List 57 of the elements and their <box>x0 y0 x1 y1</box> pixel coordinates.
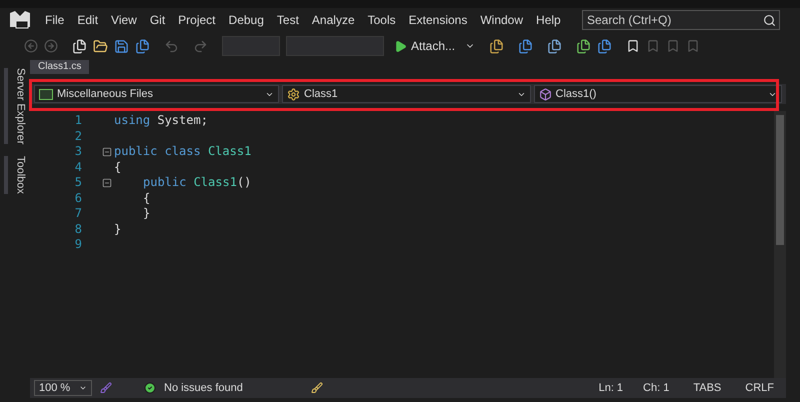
menu-item[interactable]: Help <box>536 11 561 29</box>
menu-item[interactable]: Extensions <box>408 11 468 29</box>
save-icon[interactable] <box>114 38 129 54</box>
code-line: using System; <box>114 113 208 128</box>
scrollbar[interactable] <box>774 111 786 378</box>
menu-item[interactable]: Analyze <box>312 11 355 29</box>
code-line: } <box>114 222 122 237</box>
play-icon <box>394 40 407 52</box>
menu-item[interactable]: File <box>45 11 64 29</box>
code-line: } <box>142 206 150 222</box>
navigation-dropdown[interactable]: Class1 <box>282 85 530 103</box>
line-number: 6 <box>74 190 82 206</box>
brush-icon[interactable] <box>100 382 112 394</box>
column-status: Ch: 1 <box>643 380 670 396</box>
menu-item[interactable]: Window <box>480 11 524 29</box>
menu-item[interactable]: Edit <box>77 11 98 29</box>
navigation-dropdown[interactable]: Miscellaneous Files <box>34 85 279 103</box>
indent-status[interactable]: TABS <box>685 380 730 396</box>
side-tab[interactable]: Toolbox <box>4 156 32 194</box>
code-line: { <box>114 160 122 175</box>
menu-item[interactable]: Test <box>276 11 299 29</box>
menu-item[interactable]: View <box>111 11 137 29</box>
line-number: 1 <box>74 113 82 128</box>
menu-item[interactable]: Tools <box>368 11 396 29</box>
menu-item[interactable]: Project <box>178 11 216 29</box>
collapse-icon[interactable] <box>102 178 112 188</box>
app-logo-icon[interactable] <box>8 10 32 30</box>
search-icon[interactable] <box>763 14 776 27</box>
code-editor[interactable]: 1 using System; 2 3 public class Class1 4 { 5 public Class1() 6 { 7 } 8 } 9 <box>30 111 774 378</box>
code-line: public Class1() <box>142 175 252 190</box>
attach-button[interactable]: Attach... <box>390 37 460 55</box>
cube-icon <box>538 88 552 100</box>
line-number: 9 <box>74 237 82 252</box>
caret-icon <box>79 384 87 392</box>
bookmark-icon[interactable] <box>626 39 640 53</box>
code-line: { <box>142 190 150 206</box>
check-icon <box>144 382 156 394</box>
search-field[interactable]: Search (Ctrl+Q) <box>582 10 780 30</box>
line-number: 4 <box>74 160 82 175</box>
menu-item[interactable]: Git <box>150 11 166 29</box>
collapse-icon[interactable] <box>102 146 112 157</box>
line-ending-status[interactable]: CRLF <box>737 380 782 396</box>
document-tab[interactable]: Class1.cs <box>30 60 90 74</box>
line-number: 7 <box>74 206 82 222</box>
line-number: 3 <box>74 144 82 160</box>
issues-status[interactable]: No issues found <box>164 380 243 396</box>
folder-icon[interactable] <box>93 38 108 54</box>
code-line: public class Class1 <box>114 144 252 160</box>
menu-item[interactable]: Debug <box>228 11 264 29</box>
zoom-dropdown[interactable]: 100 % <box>34 380 92 396</box>
cleanup-icon[interactable] <box>310 382 323 394</box>
navigation-dropdown[interactable]: Class1() <box>534 85 782 103</box>
line-status: Ln: 1 <box>598 380 624 396</box>
new-file-icon[interactable] <box>72 38 87 54</box>
line-number: 8 <box>74 222 82 237</box>
line-number: 2 <box>74 128 82 144</box>
line-number: 5 <box>74 175 82 190</box>
